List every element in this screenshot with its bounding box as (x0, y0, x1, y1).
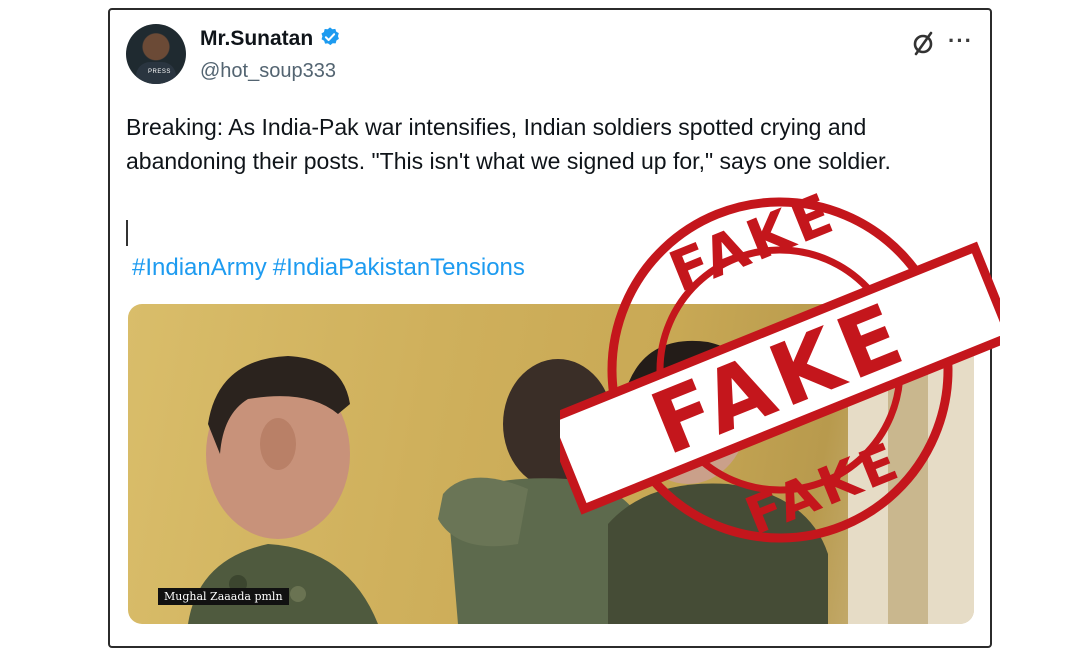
hashtags: #IndianArmy #IndiaPakistanTensions (132, 254, 531, 282)
avatar-press-label: PRESS (148, 69, 171, 75)
grok-icon[interactable] (910, 30, 936, 56)
author-name-text[interactable]: Mr.Sunatan (200, 27, 313, 50)
author-handle[interactable]: @hot_soup333 (200, 60, 336, 83)
fake-stamp-overlay: FAKE FAKE FAKE (560, 190, 1000, 547)
more-options-icon[interactable]: ··· (948, 28, 973, 54)
video-watermark: Mughal Zaaada pmln (158, 588, 289, 605)
hashtag-link[interactable]: #IndiaPakistanTensions (273, 254, 525, 281)
stamp-word-top: FAKE (661, 190, 846, 305)
tweet-text: Breaking: As India-Pak war intensifies, … (126, 114, 891, 174)
avatar[interactable]: PRESS (126, 24, 186, 84)
verified-badge-icon (321, 27, 340, 46)
hashtag-link[interactable]: #IndianArmy (132, 254, 267, 281)
author-name[interactable]: Mr.Sunatan (200, 26, 341, 51)
text-cursor (126, 220, 128, 246)
